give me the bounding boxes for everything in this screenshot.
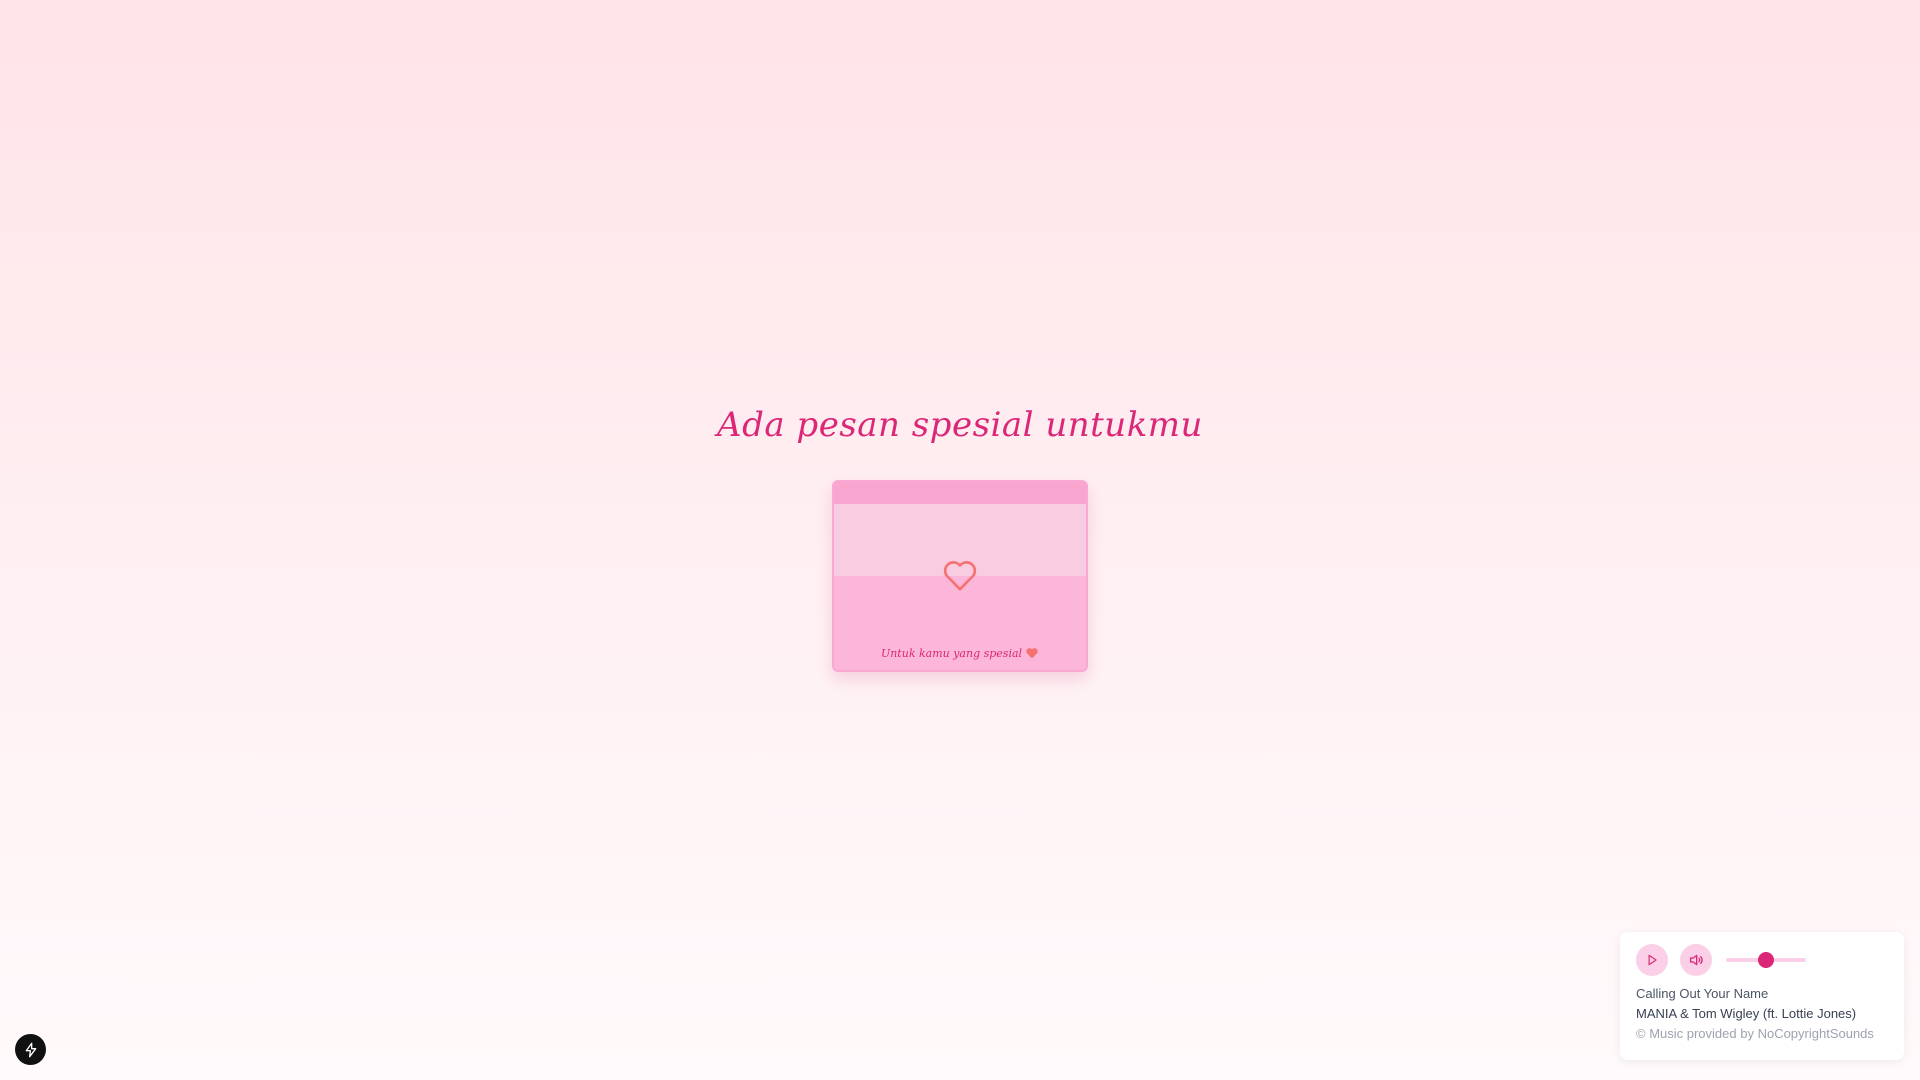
volume-slider-thumb[interactable]: [1758, 952, 1774, 968]
volume-slider[interactable]: [1726, 952, 1806, 968]
player-controls: [1636, 944, 1888, 976]
track-artist: MANIA & Tom Wigley (ft. Lottie Jones): [1636, 1006, 1857, 1021]
heart-outline-icon: [943, 561, 977, 591]
floating-action-button[interactable]: [15, 1034, 46, 1065]
volume-button[interactable]: [1680, 944, 1712, 976]
lightning-bolt-icon: [25, 1042, 36, 1057]
track-info: Calling Out Your Name MANIA & Tom Wigley…: [1636, 984, 1888, 1044]
volume-icon: [1690, 954, 1703, 966]
music-player: Calling Out Your Name MANIA & Tom Wigley…: [1620, 932, 1904, 1060]
play-icon: [1648, 954, 1657, 966]
track-title: Calling Out Your Name: [1636, 986, 1769, 1001]
envelope-caption-text: Untuk kamu yang spesial: [880, 647, 1023, 660]
envelope[interactable]: Untuk kamu yang spesial: [832, 480, 1088, 672]
envelope-caption: Untuk kamu yang spesial: [834, 646, 1086, 660]
page-title: Ada pesan spesial untukmu: [717, 405, 1203, 445]
envelope-top-strip: [834, 482, 1086, 504]
heart-icon: [1026, 648, 1038, 659]
play-button[interactable]: [1636, 944, 1668, 976]
track-credit: © Music provided by NoCopyrightSounds: [1636, 1026, 1874, 1041]
